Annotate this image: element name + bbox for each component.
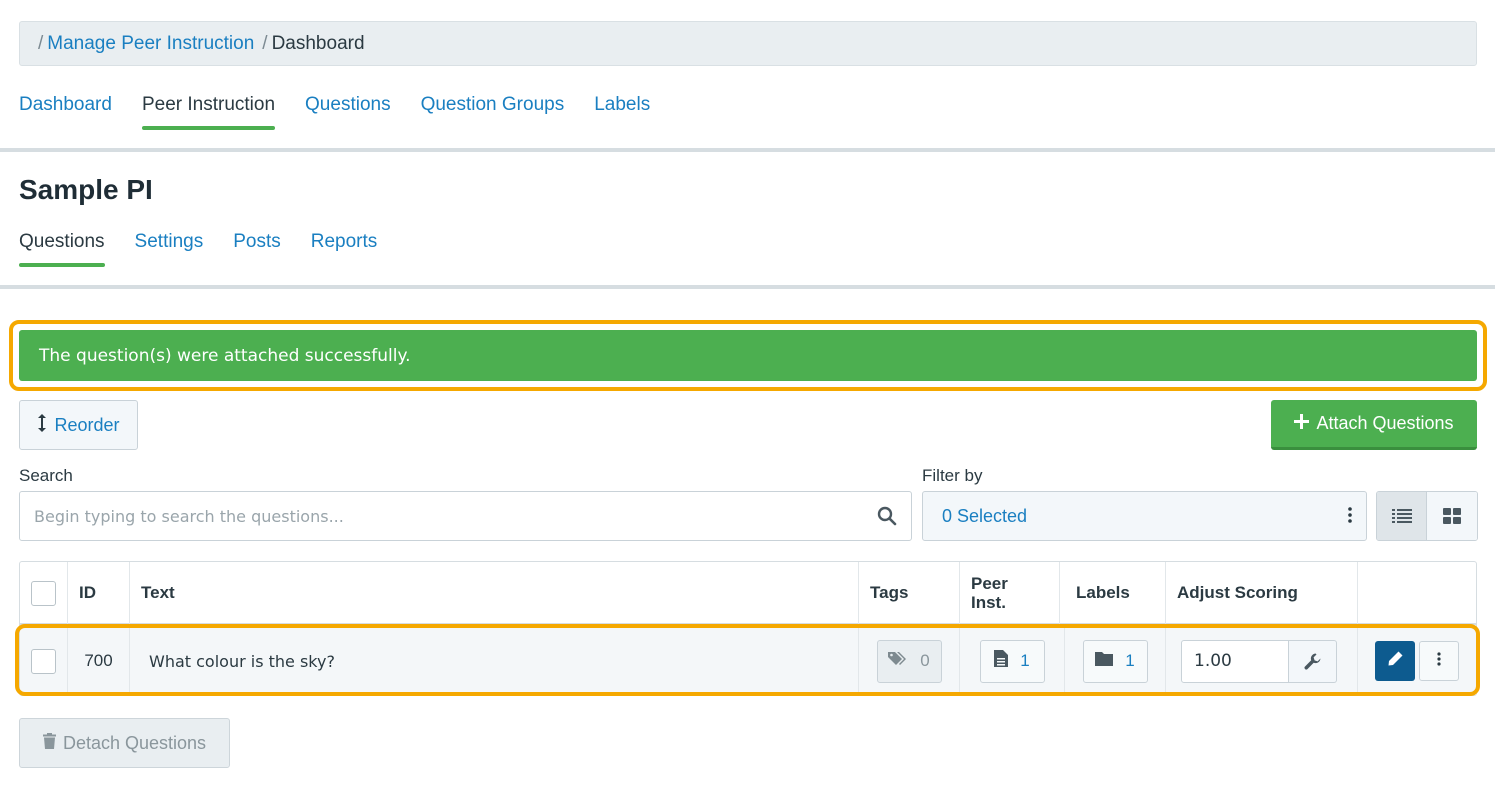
filter-label: Filter by [922, 466, 983, 485]
trash-icon [42, 732, 56, 754]
row-highlight-outline [15, 624, 1480, 696]
search-box [19, 491, 912, 541]
tab-dashboard[interactable]: Dashboard [19, 94, 112, 130]
search-label: Search [19, 466, 73, 485]
tab-question-groups[interactable]: Question Groups [421, 94, 565, 130]
column-header-actions [1358, 562, 1476, 625]
breadcrumb-link-manage-peer-instruction[interactable]: Manage Peer Instruction [47, 33, 254, 55]
sub-nav-tabs: Questions Settings Posts Reports [19, 231, 407, 267]
vertical-arrows-icon [37, 413, 47, 437]
attach-questions-button[interactable]: Attach Questions [1271, 400, 1477, 450]
plus-icon [1294, 413, 1310, 434]
attach-questions-label: Attach Questions [1316, 413, 1454, 433]
alert-message: The question(s) were attached successful… [39, 345, 411, 366]
filter-select[interactable]: 0 Selected [922, 491, 1367, 541]
grid-view-icon[interactable] [1427, 492, 1477, 540]
column-header-tags: Tags [859, 562, 960, 625]
select-all-checkbox[interactable] [31, 581, 56, 606]
reorder-label: Reorder [54, 414, 120, 435]
page-title: Sample PI [19, 174, 153, 205]
top-nav-tabs: Dashboard Peer Instruction Questions Que… [19, 94, 680, 130]
view-toggle [1376, 491, 1478, 541]
column-header-peer-inst: Peer Inst. [960, 562, 1060, 625]
column-header-id[interactable]: ID [68, 562, 130, 625]
detach-questions-button[interactable]: Detach Questions [19, 718, 230, 768]
column-header-adjust-scoring: Adjust Scoring [1166, 562, 1358, 625]
column-header-text[interactable]: Text [130, 562, 859, 625]
peer-inst-label: Peer Inst. [971, 573, 1008, 612]
tab-questions[interactable]: Questions [305, 94, 391, 130]
search-input[interactable] [20, 492, 860, 540]
breadcrumb: / Manage Peer Instruction / Dashboard [19, 21, 1477, 66]
breadcrumb-current: Dashboard [271, 32, 365, 54]
search-icon[interactable] [877, 506, 897, 531]
subtab-questions[interactable]: Questions [19, 231, 105, 267]
list-view-icon[interactable] [1377, 492, 1427, 540]
subtab-reports[interactable]: Reports [311, 231, 378, 267]
select-all-cell [20, 562, 68, 625]
divider [0, 285, 1495, 289]
breadcrumb-separator: / [262, 32, 268, 54]
tab-labels[interactable]: Labels [594, 94, 650, 130]
tab-peer-instruction[interactable]: Peer Instruction [141, 94, 276, 130]
breadcrumb-separator: / [38, 32, 44, 54]
divider [0, 148, 1495, 152]
subtab-posts[interactable]: Posts [233, 231, 281, 267]
column-header-labels: Labels [1065, 562, 1166, 625]
table-header: ID Text Tags Peer Inst. Labels Adjust Sc… [20, 562, 1476, 625]
filter-value: 0 Selected [942, 505, 1028, 526]
detach-questions-label: Detach Questions [62, 732, 207, 753]
success-alert: The question(s) were attached successful… [19, 330, 1477, 381]
subtab-settings[interactable]: Settings [135, 231, 204, 267]
reorder-button[interactable]: Reorder [19, 400, 138, 450]
kebab-icon [1348, 507, 1352, 528]
